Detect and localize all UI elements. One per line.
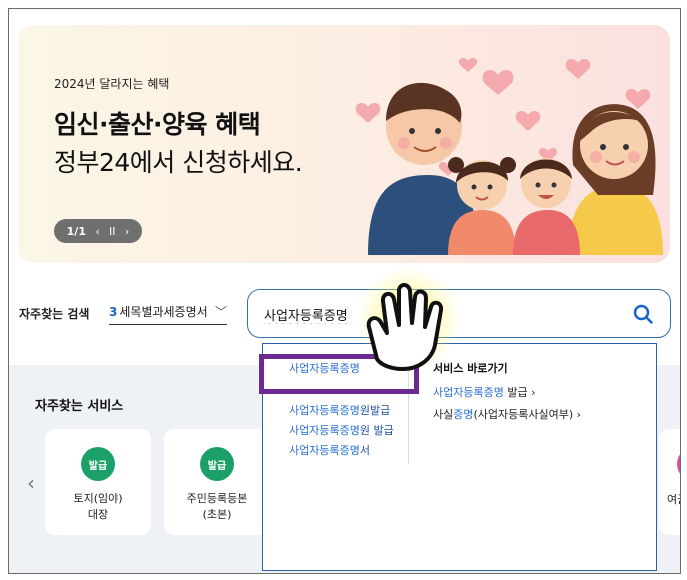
- banner-title: 임신·출산·양육 혜택: [54, 110, 261, 139]
- pager-pause-button[interactable]: II: [109, 225, 116, 238]
- chevron-right-icon: ›: [576, 408, 582, 421]
- suggestion-highlight: 사업자등록증명: [289, 404, 360, 417]
- service-card-label: 토지(임야) 대장: [73, 492, 123, 521]
- search-icon[interactable]: [632, 303, 654, 325]
- family-illustration: [355, 58, 663, 255]
- pager-next-button[interactable]: ›: [125, 225, 129, 238]
- suggestion-rest: 원발급: [359, 404, 391, 417]
- chevron-right-icon: ›: [531, 386, 536, 399]
- suggestion-rest: 원 발급: [359, 424, 394, 437]
- service-card-label: 여권: [667, 493, 680, 506]
- service-card-passport[interactable]: 여권: [659, 429, 680, 535]
- suggestion-rest: 서: [359, 444, 370, 457]
- promo-banner[interactable]: 2024년 달라지는 혜택 임신·출산·양육 혜택 정부24에서 신청하세요. …: [18, 25, 670, 263]
- suggestion-item[interactable]: 사업자등록증명서: [289, 442, 370, 458]
- service-card-land[interactable]: 발급 토지(임야) 대장: [45, 429, 151, 535]
- card-icon: [677, 447, 680, 481]
- service-card-label: 주민등록등본 (초본): [186, 492, 248, 521]
- service-shortcut-highlight: 사업자등록증명: [433, 386, 504, 399]
- issue-badge: 발급: [81, 447, 115, 481]
- suggestion-highlight: 사업자등록증명: [289, 444, 360, 457]
- issue-badge: 발급: [200, 447, 234, 481]
- service-shortcut-highlight: 증명: [453, 408, 474, 421]
- service-shortcut-rest: 발급: [503, 386, 528, 399]
- select-rank: 3: [109, 304, 118, 319]
- suggestion-highlight: 사업자등록증명: [289, 424, 360, 437]
- page-frame: 2024년 달라지는 혜택 임신·출산·양육 혜택 정부24에서 신청하세요. …: [8, 8, 681, 574]
- service-shortcut-item[interactable]: 사업자등록증명 발급 ›: [433, 384, 536, 400]
- pager-prev-button[interactable]: ‹: [95, 225, 99, 238]
- banner-pager: 1/1 ‹ II ›: [54, 219, 142, 243]
- carousel-prev-icon[interactable]: ‹: [27, 471, 35, 495]
- service-shortcut-item[interactable]: 사실증명(사업자등록사실여부) ›: [433, 406, 581, 422]
- banner-title-line2: 정부24에서 신청하세요.: [54, 148, 303, 177]
- frequent-services-title: 자주찾는 서비스: [35, 399, 124, 414]
- service-shortcut-prefix: 사실: [433, 408, 454, 421]
- frequent-search-select[interactable]: 3 세목별과세증명서 ﹀: [109, 299, 227, 325]
- hand-pointer-icon: [357, 267, 459, 371]
- search-box[interactable]: [247, 289, 671, 338]
- service-card-resident[interactable]: 발급 주민등록등본 (초본): [164, 429, 270, 535]
- select-value: 세목별과세증명서: [119, 305, 208, 319]
- suggestion-item[interactable]: 사업자등록증명원발급: [289, 402, 390, 418]
- pager-count: 1/1: [66, 224, 86, 238]
- frequent-search-label: 자주찾는 검색: [19, 307, 90, 321]
- chevron-down-icon: ﹀: [214, 305, 227, 319]
- suggestion-item[interactable]: 사업자등록증명원 발급: [289, 422, 394, 438]
- service-shortcut-rest: (사업자등록사실여부): [473, 408, 574, 421]
- banner-subtitle: 2024년 달라지는 혜택: [54, 77, 170, 91]
